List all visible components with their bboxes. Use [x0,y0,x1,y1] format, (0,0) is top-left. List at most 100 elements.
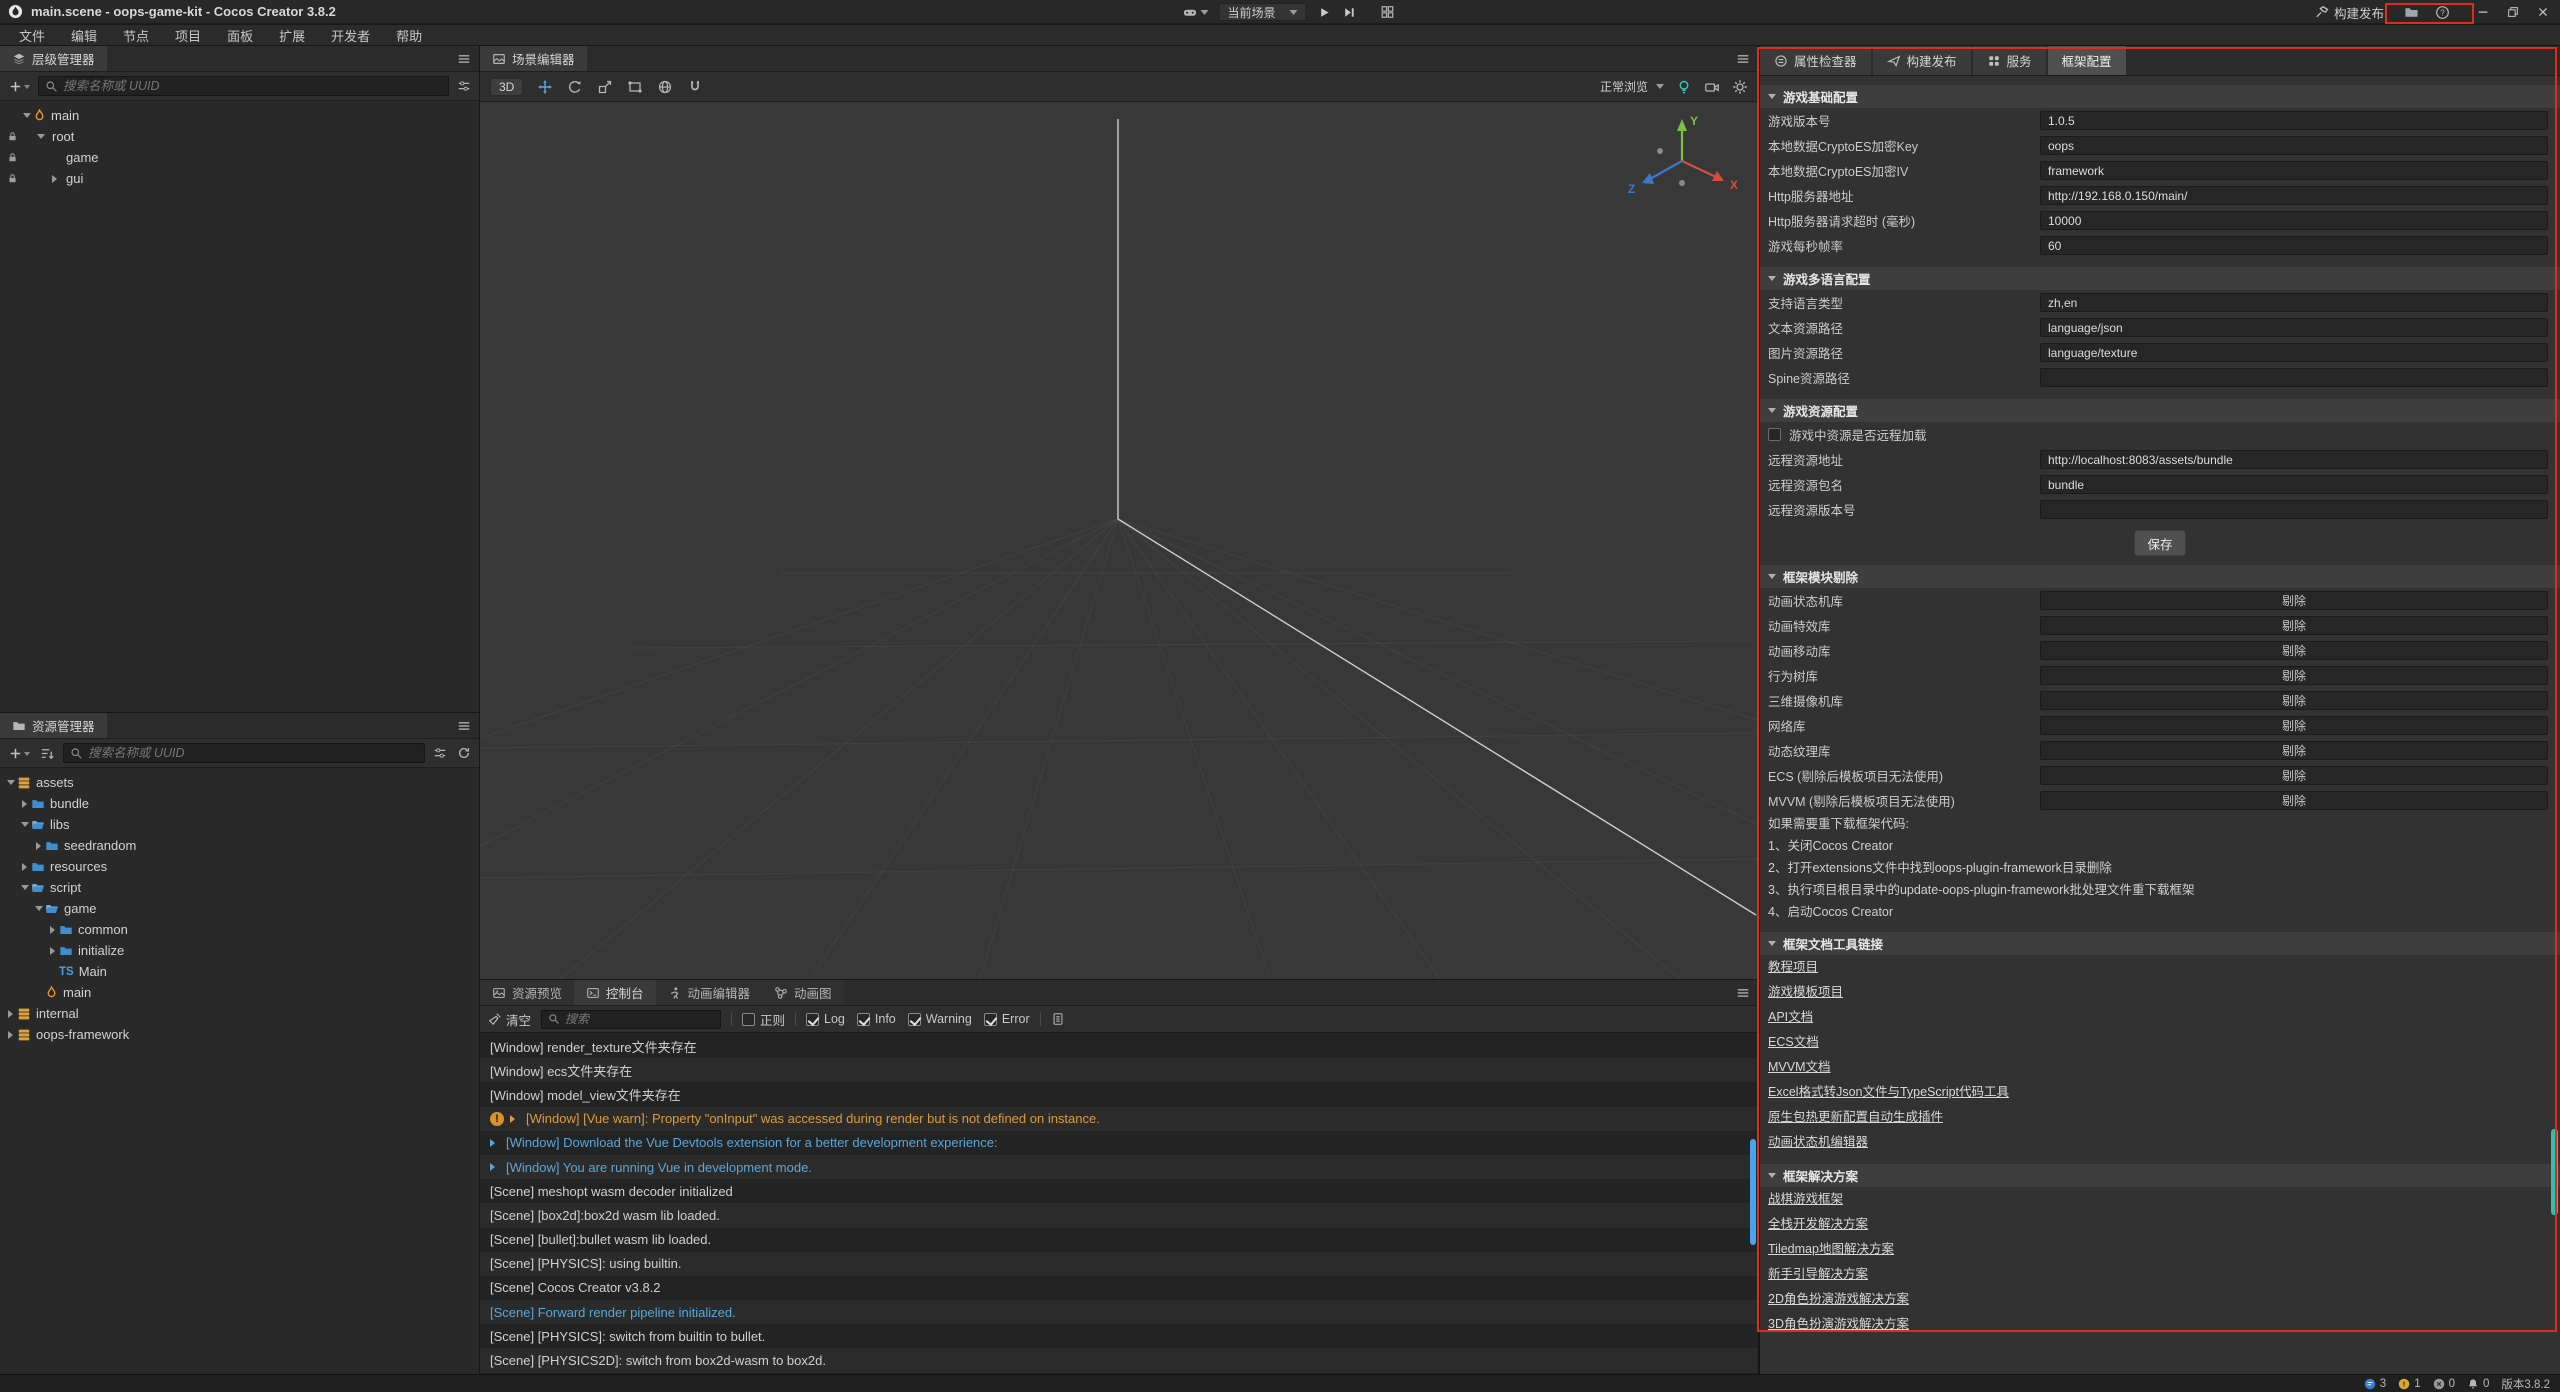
tab-hierarchy[interactable]: 层级管理器 [0,46,107,71]
expand-icon[interactable] [48,175,61,183]
inspector-tab-1[interactable]: 构建发布 [1873,46,1971,75]
tree-item-assets[interactable]: assets [0,772,479,793]
doc-link[interactable]: Tiledmap地图解决方案 [1760,1237,2560,1262]
tree-item-main[interactable]: main [0,105,479,126]
add-asset-button[interactable] [6,746,32,761]
tree-item-game[interactable]: game [0,147,479,168]
filter-error-checkbox[interactable]: Error [984,1012,1030,1026]
remove-module-button[interactable]: 剔除 [2040,641,2548,660]
tree-item-bundle[interactable]: bundle [0,793,479,814]
config-input[interactable] [2040,368,2548,387]
checkbox-icon[interactable] [1768,428,1781,441]
menu-item-2[interactable]: 节点 [110,25,162,45]
expand-icon[interactable] [32,842,45,850]
tree-item-internal[interactable]: internal [0,1003,479,1024]
inspector-tab-3[interactable]: 框架配置 [2048,46,2126,75]
expand-icon[interactable] [46,947,59,955]
config-input[interactable] [2040,161,2548,180]
doc-link[interactable]: 教程项目 [1760,955,2560,980]
doc-link[interactable]: API文档 [1760,1005,2560,1030]
config-checkbox-row[interactable]: 游戏中资源是否远程加载 [1760,422,2560,447]
remove-module-button[interactable]: 剔除 [2040,766,2548,785]
light-bulb-icon[interactable] [1676,79,1692,95]
doc-link[interactable]: 动画状态机编辑器 [1760,1130,2560,1155]
console-tab-1[interactable]: 控制台 [574,980,656,1005]
play-button[interactable] [1316,5,1331,20]
section-header-0[interactable]: 游戏基础配置 [1760,85,2560,108]
menu-item-0[interactable]: 文件 [6,25,58,45]
log-row[interactable]: [Window] ecs文件夹存在 [480,1058,1758,1082]
menu-item-4[interactable]: 面板 [214,25,266,45]
notification-counter[interactable]: 0 [2467,1378,2489,1390]
log-row[interactable]: [Scene] [bullet]:bullet wasm lib loaded. [480,1228,1758,1252]
camera-icon[interactable] [1704,79,1720,95]
log-row[interactable]: [Window] render_texture文件夹存在 [480,1034,1758,1058]
expand-icon[interactable] [4,1031,17,1039]
doc-link[interactable]: 新手引导解决方案 [1760,1262,2560,1287]
layout-grid-icon[interactable] [1380,5,1394,19]
world-space-icon[interactable] [657,79,673,95]
tree-item-game[interactable]: game [0,898,479,919]
clear-console-button[interactable]: 清空 [488,1010,531,1029]
console-tab-2[interactable]: 动画编辑器 [656,980,763,1005]
doc-link[interactable]: ECS文档 [1760,1030,2560,1055]
close-button[interactable] [2536,5,2550,19]
panel-menu-icon[interactable] [1728,46,1758,71]
log-row[interactable]: [Scene] [box2d]:box2d wasm lib loaded. [480,1203,1758,1227]
section-header-4[interactable]: 框架文档工具链接 [1760,932,2560,955]
expand-icon[interactable] [46,926,59,934]
log-row[interactable]: [Window] Download the Vue Devtools exten… [480,1131,1758,1155]
console-tab-0[interactable]: 资源预览 [480,980,574,1005]
doc-link[interactable]: 3D角色扮演游戏解决方案 [1760,1312,2560,1337]
render-mode-select[interactable]: 正常浏览 [1600,78,1664,95]
tree-item-main[interactable]: main [0,982,479,1003]
rect-tool-icon[interactable] [627,79,643,95]
assets-search[interactable] [63,743,425,763]
hierarchy-search-input[interactable] [63,79,442,93]
remove-module-button[interactable]: 剔除 [2040,691,2548,710]
tree-item-gui[interactable]: gui [0,168,479,189]
tree-item-root[interactable]: root [0,126,479,147]
menu-item-7[interactable]: 帮助 [383,25,435,45]
panel-menu-icon[interactable] [1728,980,1758,1005]
config-input[interactable] [2040,293,2548,312]
tree-item-Main[interactable]: TSMain [0,961,479,982]
filter-icon[interactable] [455,79,473,93]
doc-link[interactable]: MVVM文档 [1760,1055,2560,1080]
error-counter[interactable]: 0 [2433,1378,2455,1390]
remove-module-button[interactable]: 剔除 [2040,616,2548,635]
panel-menu-icon[interactable] [449,46,479,71]
section-header-2[interactable]: 游戏资源配置 [1760,399,2560,422]
log-row[interactable]: [Scene] Forward render pipeline initiali… [480,1300,1758,1324]
panel-menu-icon[interactable] [449,713,479,738]
scene-select[interactable]: 当前场景 [1218,3,1306,21]
log-row[interactable]: [Window] model_view文件夹存在 [480,1082,1758,1106]
filter-warning-checkbox[interactable]: Warning [908,1012,972,1026]
tree-item-script[interactable]: script [0,877,479,898]
remove-module-button[interactable]: 剔除 [2040,716,2548,735]
doc-link[interactable]: 战棋游戏框架 [1760,1187,2560,1212]
log-row[interactable]: [Scene] [PHYSICS]: switch from builtin t… [480,1324,1758,1348]
config-input[interactable] [2040,111,2548,130]
sort-icon[interactable] [38,746,57,761]
filter-log-checkbox[interactable]: Log [806,1012,845,1026]
config-input[interactable] [2040,136,2548,155]
filter-icon[interactable] [431,746,449,760]
remove-module-button[interactable]: 剔除 [2040,591,2548,610]
console-scrollbar-thumb[interactable] [1750,1139,1756,1245]
config-input[interactable] [2040,236,2548,255]
console-search[interactable] [541,1010,721,1029]
menu-item-6[interactable]: 开发者 [318,25,383,45]
inspector-tab-0[interactable]: 属性检查器 [1760,46,1871,75]
tree-item-initialize[interactable]: initialize [0,940,479,961]
minimize-button[interactable] [2476,5,2490,19]
inspector-tab-2[interactable]: 服务 [1973,46,2046,75]
doc-link[interactable]: 2D角色扮演游戏解决方案 [1760,1287,2560,1312]
tab-scene-editor[interactable]: 场景编辑器 [480,46,587,71]
section-header-1[interactable]: 游戏多语言配置 [1760,267,2560,290]
config-input[interactable] [2040,475,2548,494]
doc-link[interactable]: 游戏模板项目 [1760,980,2560,1005]
expand-icon[interactable] [490,1139,499,1147]
console-logs[interactable]: [Window] render_texture文件夹存在[Window] ecs… [480,1034,1758,1374]
collapse-icon[interactable] [32,902,45,915]
